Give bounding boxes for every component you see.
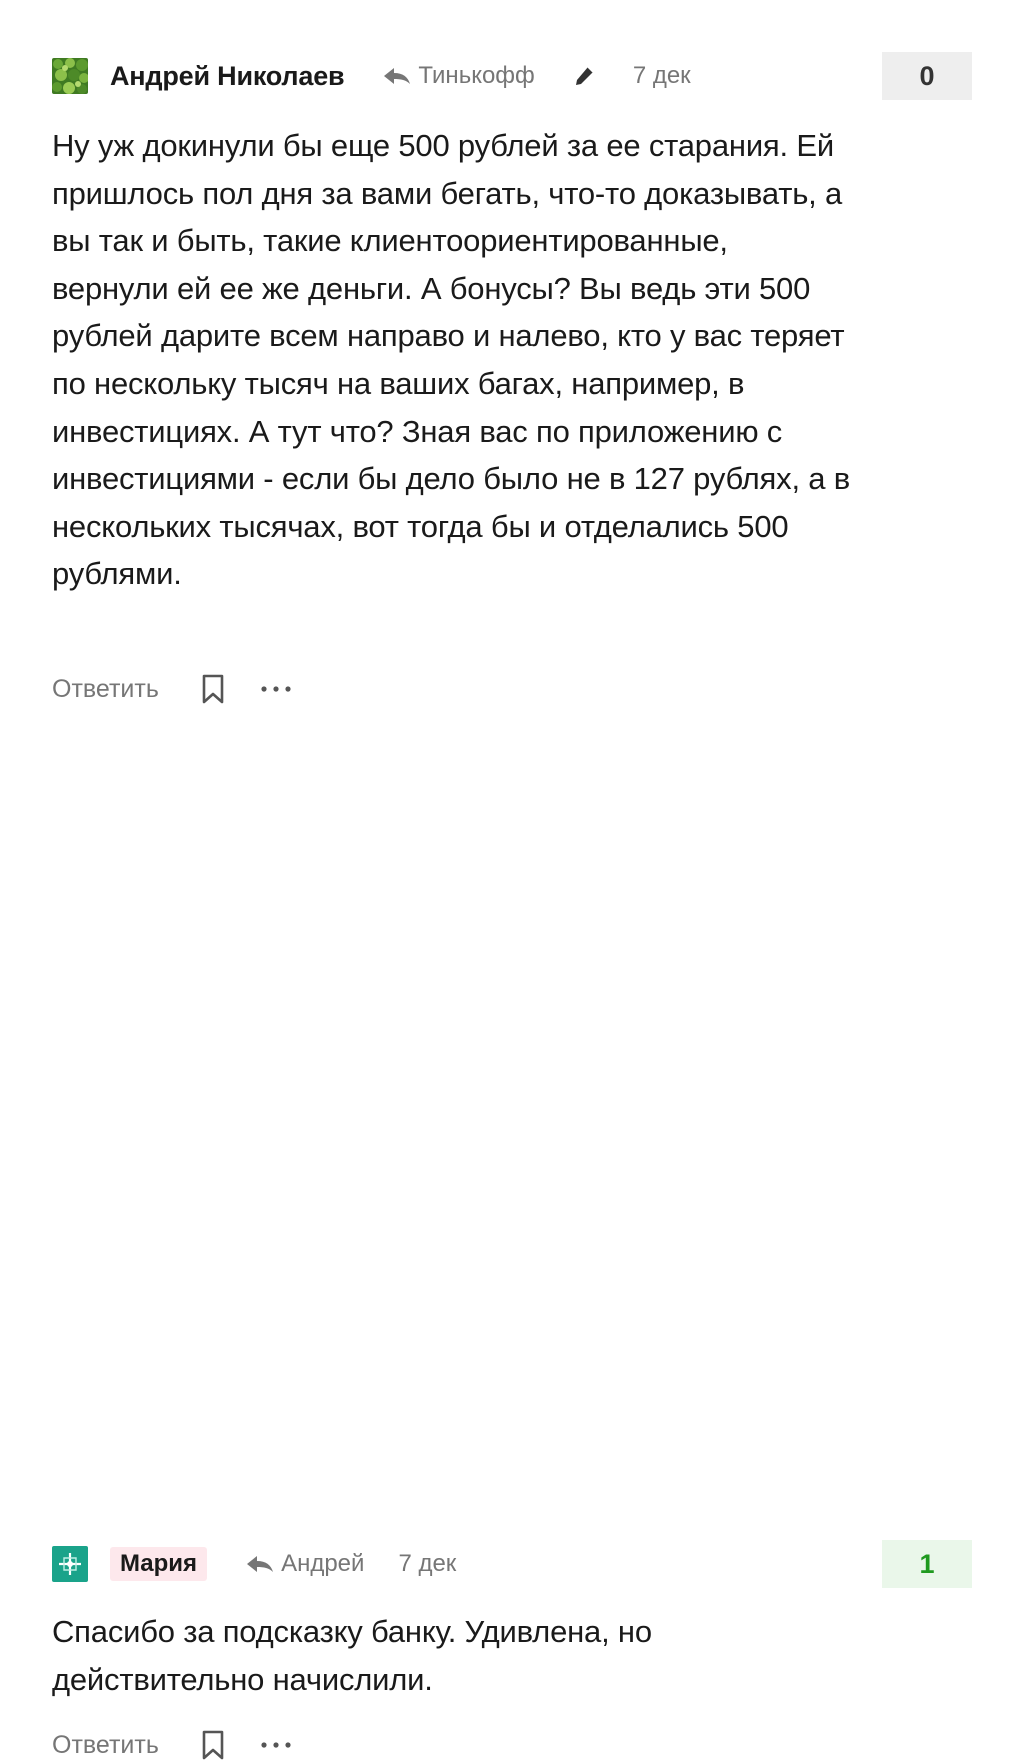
- more-dots-icon[interactable]: [259, 684, 293, 694]
- comment-text: Спасибо за подсказку банку. Удивлена, но…: [52, 1614, 652, 1697]
- reply-to[interactable]: Тинькофф: [382, 62, 535, 90]
- reply-button[interactable]: Ответить: [52, 675, 159, 704]
- comment-actions: Ответить: [52, 672, 293, 706]
- comment-date[interactable]: 7 дек: [633, 62, 691, 90]
- comment-score[interactable]: 1: [882, 1540, 972, 1588]
- reply-to-name: Андрей: [281, 1550, 365, 1577]
- teal-pattern-avatar-icon: [52, 1546, 88, 1582]
- reply-arrow-icon: [247, 1556, 274, 1572]
- comment-header: Андрей Николаев Тинькофф 7 дек: [110, 56, 691, 96]
- comment-actions: Ответить: [52, 1728, 293, 1762]
- reply-button[interactable]: Ответить: [52, 1731, 159, 1760]
- bookmark-icon[interactable]: [199, 1728, 227, 1762]
- avatar[interactable]: [52, 1546, 88, 1582]
- more-dots-icon[interactable]: [259, 1740, 293, 1750]
- moss-avatar-icon: [52, 58, 88, 94]
- author-name[interactable]: Андрей Николаев: [110, 61, 345, 92]
- reply-arrow-icon: [384, 68, 411, 84]
- pencil-icon: [575, 66, 594, 85]
- author-name[interactable]: Мария: [110, 1547, 208, 1581]
- reply-to-name: Тинькофф: [418, 62, 535, 89]
- comment-text: Ну уж докинули бы еще 500 рублей за ее с…: [52, 128, 850, 592]
- comment-score[interactable]: 0: [882, 52, 972, 100]
- reply-to[interactable]: Андрей: [245, 1550, 364, 1578]
- avatar[interactable]: [52, 58, 88, 94]
- comment-header: Мария Андрей 7 дек: [110, 1544, 456, 1584]
- bookmark-icon[interactable]: [199, 672, 227, 706]
- comment-date[interactable]: 7 дек: [398, 1550, 456, 1578]
